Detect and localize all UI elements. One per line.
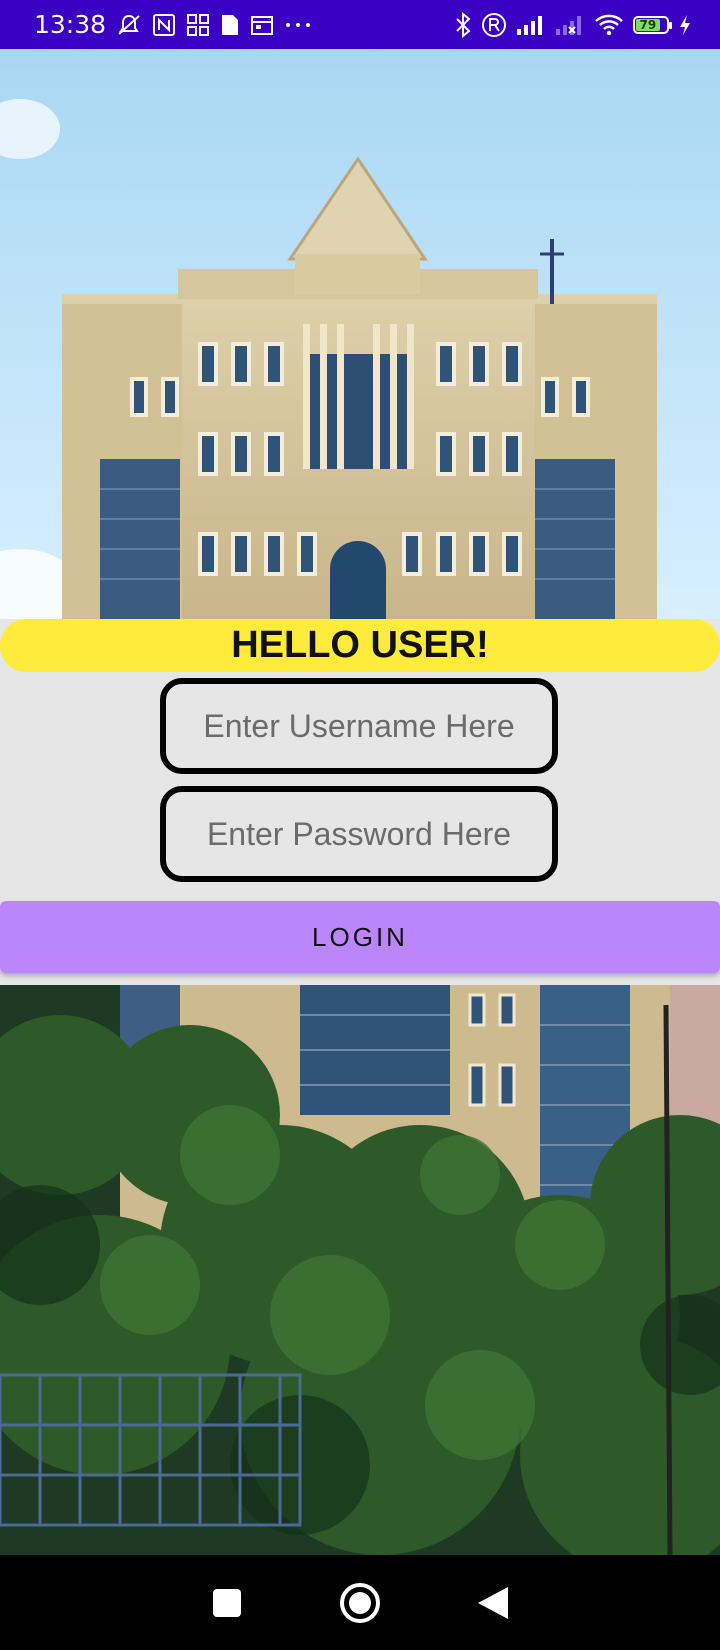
signal-x-icon (555, 13, 585, 37)
mute-icon (116, 13, 142, 37)
username-field-wrapper (160, 678, 558, 774)
password-input[interactable] (166, 791, 552, 877)
footer-campus-image (0, 985, 720, 1555)
more-icon (284, 13, 312, 37)
recents-icon[interactable] (197, 1573, 257, 1633)
bluetooth-icon (454, 11, 472, 38)
header-building-image (0, 49, 720, 619)
registered-icon (481, 12, 507, 38)
home-icon[interactable] (330, 1573, 390, 1633)
status-right-icons: 79 (454, 11, 692, 38)
username-input[interactable] (166, 683, 552, 769)
status-left-icons (116, 13, 312, 37)
password-field-wrapper (160, 786, 558, 882)
nfc-icon (152, 13, 176, 37)
navigation-bar (0, 1555, 720, 1650)
campus-photo (0, 985, 720, 1555)
login-button[interactable]: LOGIN (0, 901, 720, 973)
calendar-icon (250, 13, 274, 37)
status-bar: 13:38 79 (0, 0, 720, 49)
battery-icon: 79 (633, 15, 672, 34)
sim-icon (220, 13, 240, 37)
signal-icon (516, 13, 546, 37)
status-time: 13:38 (34, 10, 107, 39)
battery-fill: 79 (636, 17, 660, 32)
greeting-banner: HELLO USER! (0, 619, 720, 672)
qr-icon (186, 13, 210, 37)
building-photo (0, 49, 720, 619)
greeting-text: HELLO USER! (231, 624, 489, 666)
battery-level: 79 (639, 17, 657, 32)
back-icon[interactable] (463, 1573, 523, 1633)
wifi-icon (594, 13, 624, 37)
login-screen: 13:38 79 HELLO USER! Enter Username Here… (0, 0, 720, 1650)
charging-icon (678, 14, 692, 36)
